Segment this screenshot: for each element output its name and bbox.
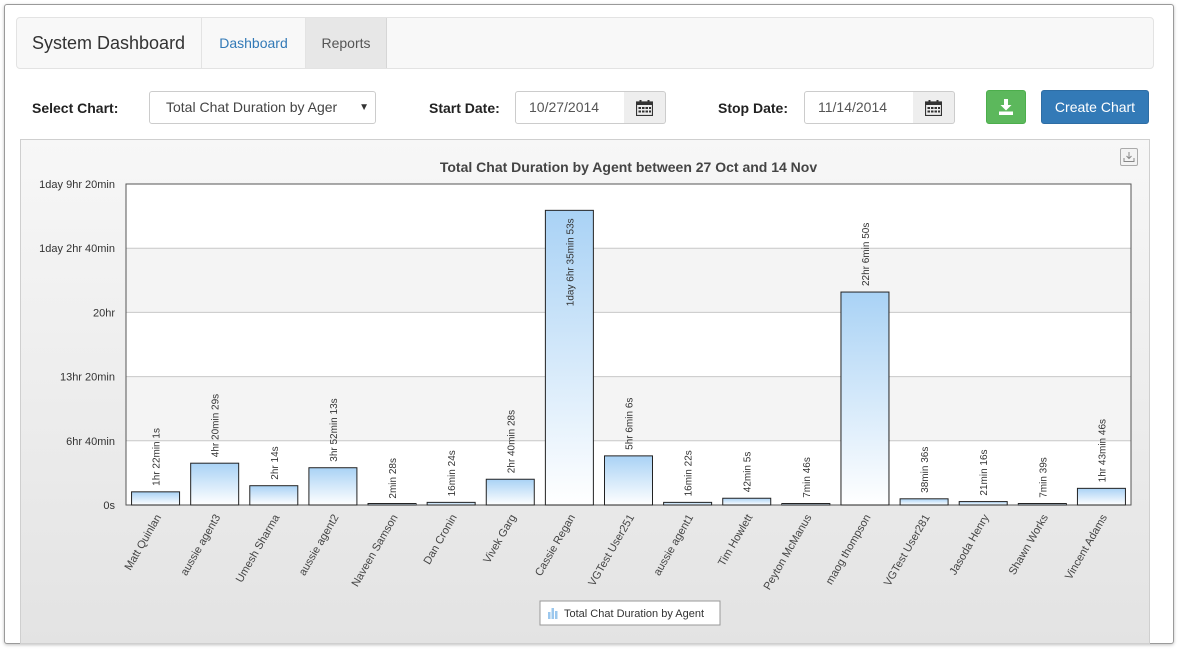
bar	[1017, 503, 1067, 506]
tab-reports[interactable]: Reports	[305, 18, 387, 68]
calendar-icon	[636, 100, 653, 116]
bar	[958, 501, 1008, 506]
x-tick-label: VGTest User251	[586, 513, 637, 589]
legend-bar-icon	[555, 611, 558, 619]
legend-label: Total Chat Duration by Agent	[564, 608, 704, 620]
brand-title: System Dashboard	[32, 33, 186, 53]
y-tick-label: 1day 2hr 40min	[39, 243, 115, 255]
bar	[899, 498, 949, 506]
data-label: 1hr 43min 46s	[1097, 419, 1108, 482]
bar	[426, 501, 476, 506]
x-tick-label: Tim Howlett	[716, 513, 755, 569]
y-tick-label: 1day 9hr 20min	[39, 179, 115, 191]
x-tick-label: Jasoda Henry	[947, 512, 992, 577]
download-icon	[999, 99, 1013, 115]
bar	[190, 462, 240, 506]
x-tick-label: Matt Quinlan	[123, 513, 165, 573]
download-button[interactable]	[986, 90, 1026, 124]
x-tick-label: aussie agent1	[652, 513, 697, 578]
stop-date-label: Stop Date:	[718, 100, 788, 116]
data-label: 3hr 52min 13s	[329, 398, 340, 461]
tab-dashboard[interactable]: Dashboard	[201, 18, 305, 68]
chart-select[interactable]: Total Chat Duration by Ager ▼	[149, 91, 376, 124]
bar	[485, 478, 535, 506]
navbar: System Dashboard Dashboard Reports	[16, 17, 1154, 69]
start-date-input[interactable]: 10/27/2014	[515, 91, 625, 124]
data-label: 5hr 6min 6s	[625, 398, 636, 450]
bar	[367, 503, 417, 506]
data-label: 2min 28s	[388, 458, 399, 499]
start-date-calendar-button[interactable]	[624, 91, 666, 124]
plot-band	[126, 312, 1131, 377]
x-tick-label: Dan Cronin	[422, 513, 460, 567]
create-chart-button[interactable]: Create Chart	[1041, 90, 1149, 124]
bar	[249, 485, 299, 506]
bar	[840, 291, 890, 506]
x-tick-label: aussie agent2	[297, 513, 342, 578]
chart-export-icon[interactable]	[1120, 148, 1138, 166]
data-label: 16min 24s	[447, 450, 458, 496]
plot-band	[126, 248, 1131, 313]
chart-select-value: Total Chat Duration by Ager	[166, 99, 338, 115]
bar	[131, 491, 181, 506]
bar	[1076, 487, 1126, 506]
data-label: 1hr 22min 1s	[152, 428, 163, 486]
bar	[663, 501, 713, 506]
x-tick-label: Peyton McManus	[762, 512, 815, 592]
y-tick-label: 6hr 40min	[66, 436, 115, 448]
data-label: 38min 36s	[920, 447, 931, 493]
x-tick-label: maog thompson	[824, 513, 874, 587]
select-chart-label: Select Chart:	[32, 100, 119, 116]
x-tick-label: VGTest User281	[882, 513, 933, 589]
data-label: 42min 5s	[743, 452, 754, 493]
x-tick-label: Umesh Sharma	[234, 512, 283, 585]
stop-date-calendar-button[interactable]	[913, 91, 955, 124]
data-label: 1day 6hr 35min 53s	[565, 218, 576, 306]
data-label: 2hr 14s	[270, 446, 281, 479]
y-tick-label: 13hr 20min	[60, 372, 115, 384]
data-label: 2hr 40min 28s	[506, 410, 517, 473]
start-date-label: Start Date:	[429, 100, 500, 116]
export-download-icon	[1123, 152, 1135, 162]
stop-date-input[interactable]: 11/14/2014	[804, 91, 914, 124]
bar	[604, 455, 653, 506]
chart-title: Total Chat Duration by Agent between 27 …	[440, 159, 817, 175]
x-tick-label: Vivek Garg	[481, 513, 519, 566]
x-tick-label: Naveen Samson	[350, 513, 401, 589]
data-label: 21min 16s	[979, 449, 990, 495]
legend-bar-icon	[551, 608, 554, 619]
y-tick-label: 0s	[103, 500, 115, 512]
dropdown-arrow-icon: ▼	[359, 102, 369, 113]
x-tick-label: Cassie Regan	[533, 513, 578, 579]
plot-band	[126, 184, 1131, 249]
bar	[308, 467, 358, 506]
bar	[722, 497, 772, 506]
x-tick-label: aussie agent3	[179, 513, 224, 578]
bar-chart: 0s 6hr 40min 13hr 20min 20hr 1day 2hr 40min 1…	[39, 159, 1132, 626]
x-tick-label: Vincent Adams	[1063, 512, 1110, 582]
x-tick-label: Shawn Works	[1007, 512, 1051, 577]
legend-bar-icon	[548, 612, 551, 619]
data-label: 4hr 20min 29s	[211, 394, 222, 457]
data-label: 22hr 6min 50s	[861, 223, 872, 286]
data-label: 7min 39s	[1038, 457, 1049, 498]
y-tick-label: 20hr	[93, 307, 115, 319]
data-label: 7min 46s	[802, 457, 813, 498]
data-label: 16min 22s	[684, 450, 695, 496]
bar	[781, 503, 831, 506]
calendar-icon	[925, 100, 942, 116]
